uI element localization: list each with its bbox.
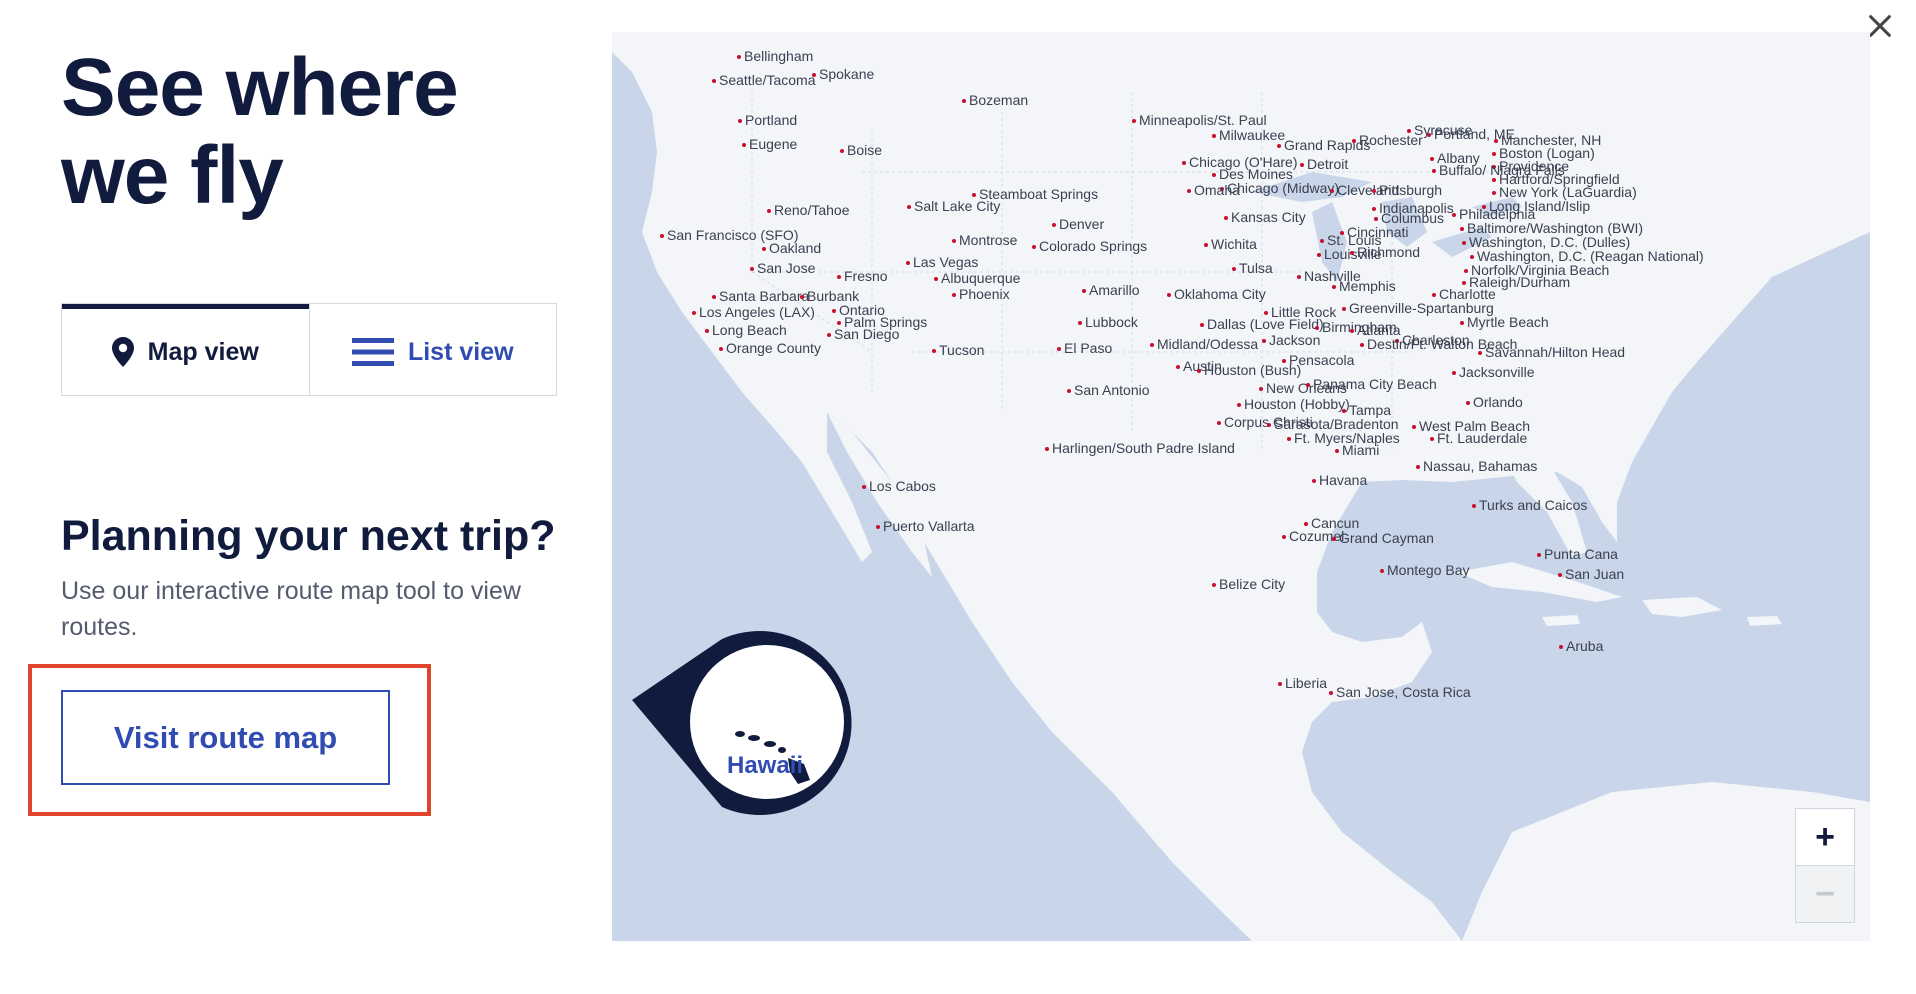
hawaii-label[interactable]: Hawaii [727, 752, 803, 780]
tab-list-view-label: List view [407, 337, 514, 366]
map-city-label[interactable]: Long Beach [705, 322, 787, 338]
map-city-label[interactable]: Havana [1312, 472, 1367, 488]
map-city-label[interactable]: Tulsa [1232, 260, 1273, 276]
map-city-label[interactable]: Turks and Caicos [1472, 497, 1587, 513]
visit-route-map-button[interactable]: Visit route map [61, 690, 390, 785]
map-city-label[interactable]: Wichita [1204, 236, 1257, 252]
close-icon [1869, 15, 1891, 37]
map-city-label[interactable]: Myrtle Beach [1460, 314, 1549, 330]
left-panel: See where we fly Map view List view Plan… [0, 0, 600, 994]
map-city-label[interactable]: Milwaukee [1212, 127, 1285, 143]
map-city-label[interactable]: Spokane [812, 66, 874, 82]
map-city-label[interactable]: Orlando [1466, 394, 1523, 410]
map-city-label[interactable]: Pittsburgh [1372, 182, 1442, 198]
map-city-label[interactable]: Miami [1335, 442, 1379, 458]
map-city-label[interactable]: Grand Cayman [1332, 530, 1434, 546]
map-city-label[interactable]: Liberia [1278, 675, 1327, 691]
tab-map-view-label: Map view [147, 337, 259, 366]
map-city-label[interactable]: San Diego [827, 326, 899, 342]
map-city-label[interactable]: Montrose [952, 232, 1017, 248]
map-city-label[interactable]: Punta Cana [1537, 546, 1618, 562]
map-city-label[interactable]: Las Vegas [906, 254, 978, 270]
zoom-out-button[interactable]: − [1796, 866, 1854, 922]
map-city-label[interactable]: Nassau, Bahamas [1416, 458, 1537, 474]
map-pin-icon [111, 337, 134, 367]
map-city-label[interactable]: Harlingen/South Padre Island [1045, 440, 1235, 456]
map-city-label[interactable]: Jackson [1262, 332, 1320, 348]
map-city-label[interactable]: Savannah/Hilton Head [1478, 344, 1625, 360]
map-city-label[interactable]: Santa Barbara [712, 288, 809, 304]
map-city-label[interactable]: Lubbock [1078, 314, 1138, 330]
route-map[interactable]: Hawaii Bellingham Seattle/Tacoma Spokane Bo… [612, 32, 1870, 941]
map-city-label[interactable]: Houston (Hobby) [1237, 396, 1350, 412]
map-city-label[interactable]: Buffalo/ Niagra Falls [1432, 162, 1565, 178]
map-city-label[interactable]: Pensacola [1282, 352, 1354, 368]
map-city-label[interactable]: San Antonio [1067, 382, 1150, 398]
map-city-label[interactable]: Tucson [932, 342, 984, 358]
map-city-label[interactable]: Kansas City [1224, 209, 1306, 225]
map-city-label[interactable]: Seattle/Tacoma [712, 72, 816, 88]
planning-description: Use our interactive route map tool to vi… [61, 577, 521, 641]
map-city-label[interactable]: Montego Bay [1380, 562, 1470, 578]
map-city-label[interactable]: Memphis [1332, 278, 1396, 294]
map-city-label[interactable]: El Paso [1057, 340, 1112, 356]
tab-list-view[interactable]: List view [308, 304, 557, 395]
map-city-label[interactable]: Midland/Odessa [1150, 336, 1258, 352]
map-city-label[interactable]: Portland [738, 112, 797, 128]
map-city-label[interactable]: Belize City [1212, 576, 1285, 592]
view-toggle: Map view List view [61, 303, 557, 396]
map-city-label[interactable]: Cincinnati [1340, 224, 1408, 240]
map-city-label[interactable]: Boise [840, 142, 882, 158]
map-city-label[interactable]: San Juan [1558, 566, 1624, 582]
map-city-label[interactable]: Oakland [762, 240, 821, 256]
map-city-label[interactable]: Little Rock [1264, 304, 1336, 320]
map-city-label[interactable]: Los Angeles (LAX) [692, 304, 815, 320]
map-city-label[interactable]: Albuquerque [934, 270, 1020, 286]
map-city-label[interactable]: Denver [1052, 216, 1104, 232]
map-city-label[interactable]: Panama City Beach [1306, 376, 1437, 392]
map-city-label[interactable]: Orange County [719, 340, 821, 356]
map-city-label[interactable]: Phoenix [952, 286, 1010, 302]
map-city-label[interactable]: San Jose [750, 260, 815, 276]
map-city-label[interactable]: Ft. Lauderdale [1430, 430, 1527, 446]
map-city-label[interactable]: Bellingham [737, 48, 813, 64]
map-city-label[interactable]: Colorado Springs [1032, 238, 1147, 254]
map-city-label[interactable]: Fresno [837, 268, 888, 284]
map-city-label[interactable]: Detroit [1300, 156, 1348, 172]
map-city-label[interactable]: Minneapolis/St. Paul [1132, 112, 1267, 128]
zoom-in-button[interactable]: + [1796, 809, 1854, 866]
map-city-label[interactable]: San Jose, Costa Rica [1329, 684, 1471, 700]
list-icon [351, 338, 394, 366]
page-title: See where we fly [61, 42, 459, 221]
map-city-label[interactable]: Reno/Tahoe [767, 202, 850, 218]
map-city-label[interactable]: Bozeman [962, 92, 1028, 108]
map-city-label[interactable]: Aruba [1559, 638, 1603, 654]
map-city-label[interactable]: Los Cabos [862, 478, 936, 494]
map-city-label[interactable]: Eugene [742, 136, 797, 152]
planning-heading: Planning your next trip? [61, 512, 556, 560]
map-city-label[interactable]: Oklahoma City [1167, 286, 1266, 302]
zoom-controls: + − [1795, 808, 1855, 923]
map-city-label[interactable]: Richmond [1350, 244, 1420, 260]
map-city-label[interactable]: Amarillo [1082, 282, 1140, 298]
map-city-label[interactable]: Puerto Vallarta [876, 518, 975, 534]
map-city-label[interactable]: Omaha [1187, 182, 1240, 198]
tab-map-view[interactable]: Map view [62, 304, 309, 395]
map-city-label[interactable]: Steamboat Springs [972, 186, 1098, 202]
map-city-label[interactable]: Jacksonville [1452, 364, 1534, 380]
